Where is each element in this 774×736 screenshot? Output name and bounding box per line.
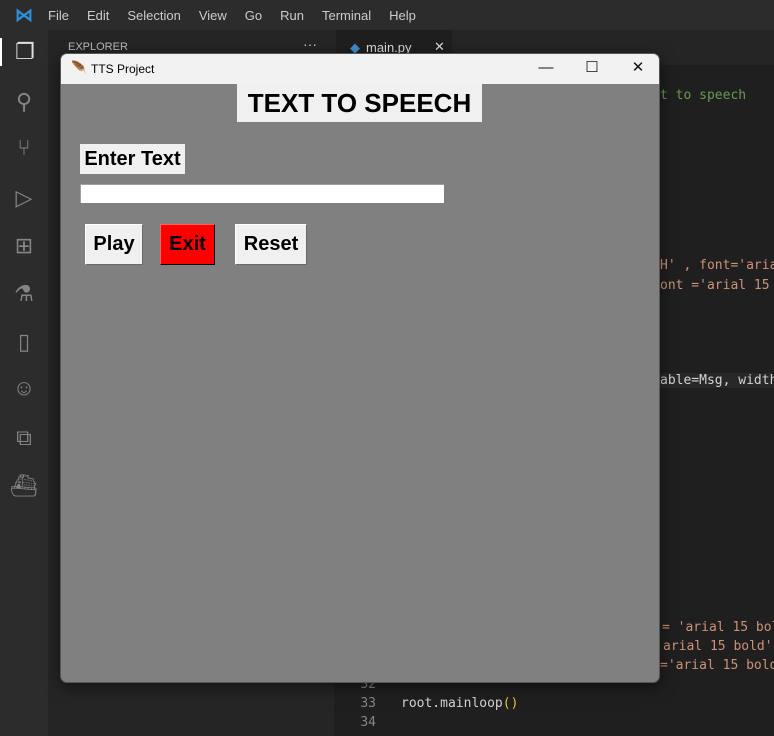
code-text: root.mainloop (401, 696, 503, 711)
explorer-title: EXPLORER (68, 41, 128, 53)
play-button[interactable]: Play (85, 224, 143, 265)
menu-bar: ⋈ File Edit Selection View Go Run Termin… (0, 0, 774, 30)
menu-file[interactable]: File (48, 8, 69, 23)
run-debug-icon[interactable]: ▷ (10, 184, 38, 212)
minimize-button[interactable]: — (523, 54, 569, 84)
text-input[interactable] (80, 184, 444, 203)
code-line: t to speech (660, 88, 747, 103)
vscode-logo-icon: ⋈ (15, 4, 33, 25)
window-titlebar[interactable]: 🪶 TTS Project — ☐ ✕ (61, 54, 659, 84)
python-icon[interactable]: ⧉ (10, 424, 38, 452)
code-line: ont ='arial 15 b (660, 278, 774, 293)
extensions-icon[interactable]: ⊞ (10, 232, 38, 260)
line-number: 33 (360, 696, 376, 711)
reset-button[interactable]: Reset (235, 224, 307, 265)
docker-icon[interactable]: ⛴ (10, 472, 38, 500)
menu-go[interactable]: Go (245, 8, 262, 23)
more-actions-button[interactable]: ··· (303, 36, 317, 52)
explorer-icon[interactable]: ❐ (0, 38, 48, 66)
activity-bar: ❐ ⚲ ⑂ ▷ ⊞ ⚗ ▯ ☺ ⧉ ⛴ (0, 30, 48, 736)
menu-view[interactable]: View (199, 8, 227, 23)
exit-button[interactable]: Exit (160, 224, 215, 265)
feather-icon: 🪶 (71, 60, 88, 75)
code-mainloop: root.mainloop() (401, 696, 518, 711)
menu-help[interactable]: Help (389, 8, 416, 23)
enter-text-label: Enter Text (80, 144, 185, 174)
code-line: able=Msg, width (660, 373, 774, 388)
notebook-icon[interactable]: ▯ (10, 328, 38, 356)
code-line: H' , font='arial (660, 258, 774, 273)
search-icon[interactable]: ⚲ (10, 88, 38, 116)
tts-window: 🪶 TTS Project — ☐ ✕ TEXT TO SPEECH Enter… (60, 53, 660, 683)
menu-selection[interactable]: Selection (127, 8, 180, 23)
face-icon[interactable]: ☺ (10, 374, 38, 402)
line-number: 34 (360, 715, 376, 730)
maximize-button[interactable]: ☐ (569, 54, 615, 84)
menu-terminal[interactable]: Terminal (322, 8, 371, 23)
menu-edit[interactable]: Edit (87, 8, 109, 23)
app-heading: TEXT TO SPEECH (237, 84, 482, 122)
source-control-icon[interactable]: ⑂ (10, 134, 38, 162)
code-line: ='arial 15 bold' (660, 658, 774, 673)
code-parens: () (502, 696, 519, 711)
testing-icon[interactable]: ⚗ (10, 280, 38, 308)
window-title: TTS Project (91, 62, 155, 76)
menu-run[interactable]: Run (280, 8, 304, 23)
code-line: = 'arial 15 bol (662, 620, 774, 635)
close-window-button[interactable]: ✕ (615, 54, 659, 84)
code-line: arial 15 bold' (663, 639, 773, 654)
